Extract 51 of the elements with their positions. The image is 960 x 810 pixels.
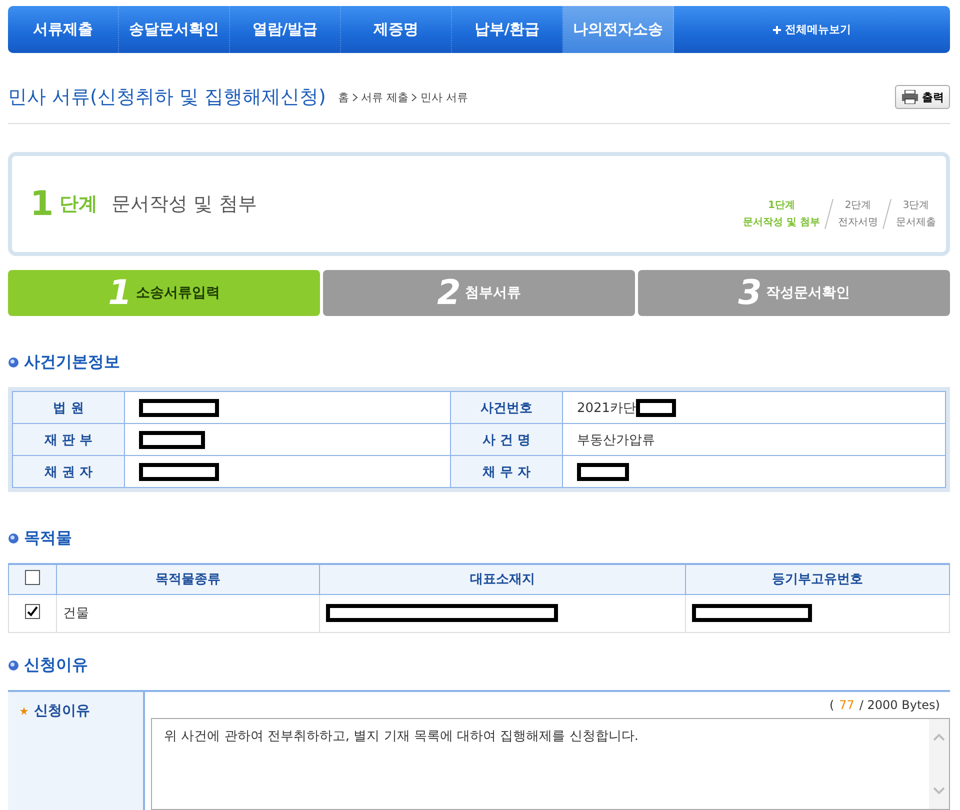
nav-tab[interactable]: 송달문서확인	[119, 6, 230, 53]
all-menu-button[interactable]: 전체메뉴보기	[674, 6, 950, 53]
byte-count: 77	[839, 698, 854, 712]
print-button[interactable]: 출력	[895, 85, 950, 109]
field-label: 사 건 명	[450, 424, 562, 456]
column-header: 대표소재지	[320, 564, 686, 594]
nav-tab[interactable]: 열람/발급	[230, 6, 341, 53]
checkbox[interactable]	[25, 570, 40, 585]
breadcrumb-link[interactable]: 민사 서류	[420, 90, 468, 104]
reason-textarea[interactable]: 위 사건에 관하여 전부취하하고, 별지 기재 목록에 대하여 집행해제를 신청합니다.	[151, 718, 950, 810]
stage-word: 단계	[60, 192, 98, 217]
chevron-icon	[411, 92, 418, 102]
chevron-icon	[352, 92, 358, 102]
chevron-up-icon	[933, 732, 945, 740]
field-value: 2021카단	[576, 400, 636, 416]
progress-step: 2단계 전자서명	[838, 197, 878, 231]
stage-title: 문서작성 및 첨부	[112, 192, 258, 217]
nav-tab[interactable]: 제증명	[341, 6, 452, 53]
section-title: 신청이유	[24, 654, 88, 676]
field-label: 채 권 자	[12, 456, 124, 488]
nav-tab[interactable]: 서류제출	[8, 6, 119, 53]
progress-step: 1단계 문서작성 및 첨부	[743, 197, 820, 231]
section-title: 사건기본정보	[24, 352, 120, 373]
checkbox[interactable]	[25, 604, 40, 619]
slash-icon	[882, 198, 892, 230]
field-label: 채 무 자	[450, 456, 562, 488]
field-label: 법 원	[12, 392, 124, 424]
nav-tab[interactable]: 나의전자소송	[563, 6, 674, 53]
stage-number: 1	[30, 184, 54, 224]
bullet-icon	[8, 660, 19, 670]
field-label: 신청이유	[34, 702, 90, 720]
column-header: 목적물종류	[56, 564, 320, 594]
field-label: 재 판 부	[12, 424, 124, 456]
scrollbar[interactable]	[929, 718, 949, 808]
bullet-icon	[8, 357, 19, 368]
plus-icon	[773, 26, 781, 34]
page-title: 민사 서류(신청취하 및 집행해제신청)	[8, 85, 326, 110]
printer-icon	[901, 90, 919, 104]
section-title: 목적물	[24, 528, 72, 549]
counter-text: (	[829, 698, 834, 712]
breadcrumb-link[interactable]: 서류 제출	[360, 90, 408, 104]
column-header: 등기부고유번호	[686, 564, 950, 594]
table-cell-text: 건물	[63, 605, 89, 622]
field-label: 사건번호	[450, 392, 562, 424]
counter-text: / 2000 Bytes)	[859, 698, 940, 712]
chevron-down-icon	[933, 786, 945, 794]
breadcrumb-link[interactable]: 홈	[338, 90, 349, 104]
slash-icon	[824, 198, 834, 230]
field-value: 부동산가압류	[576, 432, 655, 448]
bullet-icon	[8, 533, 19, 544]
progress-step: 3단계 문서제출	[896, 197, 936, 231]
